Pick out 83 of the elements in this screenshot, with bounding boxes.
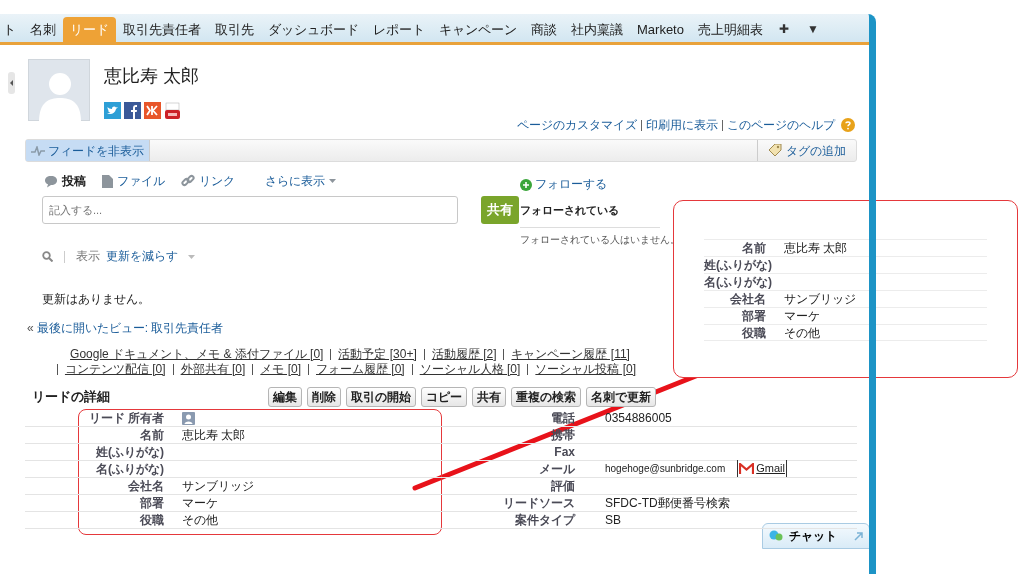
publisher-tab[interactable]: リンク: [181, 172, 235, 190]
nav-tab[interactable]: 取引先責任者: [116, 17, 208, 42]
related-list-link[interactable]: ソーシャル人格 [0]: [411, 363, 528, 375]
related-list-link[interactable]: キャンペーン履歴 [11]: [503, 348, 637, 360]
section-title: リードの詳細: [32, 387, 111, 406]
back-arrow: «: [27, 319, 34, 337]
publisher-tab[interactable]: 投稿: [44, 172, 86, 190]
field-label: 電話: [551, 410, 575, 425]
action-button[interactable]: 重複の検索: [511, 386, 581, 407]
field-label: 役職: [140, 512, 164, 527]
related-list-link[interactable]: Google ドキュメント、メモ & 添付ファイル [0]: [63, 348, 331, 360]
add-tag-button[interactable]: タグの追加: [757, 140, 856, 161]
field-value: その他: [784, 325, 820, 340]
field-label: 会社名: [730, 292, 766, 306]
filter-dropdown[interactable]: 更新を減らす: [106, 248, 195, 266]
nav-tab[interactable]: レポート: [366, 17, 432, 42]
field-label: 姓(ふりがな): [704, 258, 772, 272]
nav-tab[interactable]: 取引先: [208, 17, 261, 42]
field-label: 役職: [742, 325, 766, 340]
field-label: 部署: [140, 495, 164, 510]
action-button[interactable]: 編集: [268, 386, 302, 407]
field-value: マーケ: [784, 309, 820, 323]
field-label: 名(ふりがな): [96, 461, 164, 476]
field-label: 名前: [140, 427, 164, 442]
related-list-link[interactable]: コンテンツ配信 [0]: [56, 363, 173, 375]
nav-tab[interactable]: 社内稟議: [564, 17, 630, 42]
field-value: SFDC-TD郵便番号検索: [605, 494, 730, 512]
field-label: 名(ふりがな): [704, 275, 772, 289]
more-tabs-button[interactable]: ▼: [797, 17, 828, 42]
field-label: リード 所有者: [88, 410, 164, 425]
related-list-link[interactable]: 外部共有 [0]: [172, 363, 253, 375]
action-button[interactable]: 共有: [472, 386, 506, 407]
nav-tab[interactable]: ダッシュボード: [261, 17, 366, 42]
record-name: 恵比寿 太郎: [104, 65, 199, 88]
related-list-link[interactable]: 活動予定 [30+]: [330, 348, 424, 360]
field-value: SB: [605, 511, 621, 529]
nav-tab[interactable]: ト: [0, 17, 23, 42]
nav-tab[interactable]: 商談: [524, 17, 564, 42]
empty-feed-message: 更新はありません。: [42, 292, 151, 308]
action-button[interactable]: 名刺で更新: [586, 386, 656, 407]
related-list-link[interactable]: フォーム履歴 [0]: [308, 363, 412, 375]
nav-tab[interactable]: キャンペーン: [432, 17, 524, 42]
page-link[interactable]: ページのカスタマイズ: [517, 116, 637, 134]
recent-view-link[interactable]: 最後に開いたビュー: 取引先責任者: [36, 318, 224, 337]
nav-tab[interactable]: Marketo: [630, 17, 691, 42]
nav-tab[interactable]: 名刺: [23, 17, 63, 42]
action-button[interactable]: コピー: [421, 386, 467, 407]
field-value: サンブリッジ: [784, 292, 856, 306]
page-link[interactable]: 印刷用に表示: [646, 116, 718, 134]
field-value: 恵比寿 太郎: [784, 241, 848, 255]
filter-label: 表示: [76, 249, 100, 264]
followers-empty-text: フォローされている人はいません。: [520, 233, 680, 247]
field-value: その他: [182, 512, 218, 527]
field-value: 0354886005: [605, 409, 672, 427]
follow-link[interactable]: フォローする: [520, 176, 680, 194]
related-list-link[interactable]: メモ [0]: [252, 363, 308, 375]
post-input-field[interactable]: 記入する...: [42, 196, 458, 224]
field-label: 会社名: [128, 478, 164, 493]
page-link[interactable]: このページのヘルプ: [727, 116, 835, 134]
email-value: hogehoge@sunbridge.com: [605, 462, 726, 476]
chat-button[interactable]: チャット: [762, 523, 870, 549]
related-list-link[interactable]: 活動履歴 [2]: [423, 348, 504, 360]
related-list-link[interactable]: ソーシャル投稿 [0]: [527, 363, 644, 375]
field-label: 評価: [551, 478, 575, 493]
field-value: 恵比寿 太郎: [182, 427, 246, 442]
field-label: 名前: [742, 241, 766, 255]
action-button[interactable]: 取引の開始: [346, 386, 416, 407]
field-label: Fax: [554, 444, 575, 459]
publisher-tab[interactable]: ファイル: [102, 172, 165, 190]
field-label: メール: [539, 461, 575, 476]
followers-heading: フォローされている: [520, 203, 660, 228]
field-label: リードソース: [503, 495, 575, 510]
field-label: 部署: [742, 309, 766, 323]
publisher-tab[interactable]: さらに表示: [265, 172, 336, 190]
field-label: 案件タイプ: [515, 512, 575, 527]
add-tab-button[interactable]: ✚: [769, 17, 798, 42]
field-label: 姓(ふりがな): [96, 444, 164, 459]
nav-tab[interactable]: 売上明細表: [690, 17, 770, 42]
field-value: サンブリッジ: [182, 478, 254, 493]
field-value: マーケ: [182, 495, 218, 510]
gmail-link[interactable]: Gmail: [737, 460, 787, 477]
hide-feed-button[interactable]: フィードを非表示: [26, 140, 150, 161]
action-button[interactable]: 削除: [307, 386, 341, 407]
